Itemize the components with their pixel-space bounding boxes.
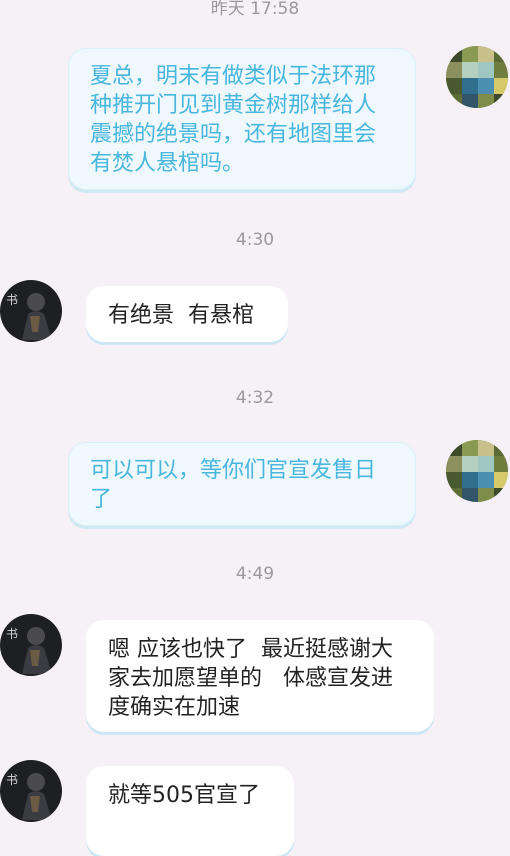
message-text: 嗯 应该也快了 最近挺感谢大家去加愿望单的 体感宣发进度确实在加速 <box>108 637 393 720</box>
message-bubble-incoming[interactable]: 就等505官宣了 <box>86 766 294 856</box>
svg-text:书: 书 <box>6 773 18 787</box>
warrior-avatar-icon[interactable]: 书 <box>0 760 62 822</box>
pixelated-avatar-icon[interactable] <box>446 440 508 502</box>
timestamp: 4:30 <box>235 230 275 250</box>
message-bubble-outgoing[interactable]: 可以可以，等你们官宣发售日了 <box>68 442 416 526</box>
message-bubble-incoming[interactable]: 嗯 应该也快了 最近挺感谢大家去加愿望单的 体感宣发进度确实在加速 <box>86 620 434 732</box>
timestamp: 昨天 17:58 <box>210 0 300 19</box>
message-text: 有绝景 有悬棺 <box>108 303 254 328</box>
pixelated-avatar-icon[interactable] <box>446 46 508 108</box>
message-bubble-incoming[interactable]: 有绝景 有悬棺 <box>86 286 288 342</box>
warrior-avatar-icon[interactable]: 书 <box>0 280 62 342</box>
svg-text:书: 书 <box>6 293 18 307</box>
message-text: 可以可以，等你们官宣发售日了 <box>90 458 377 512</box>
timestamp: 4:49 <box>235 564 275 584</box>
timestamp: 4:32 <box>235 388 275 408</box>
message-text: 就等505官宣了 <box>108 783 260 808</box>
svg-text:书: 书 <box>6 627 18 641</box>
message-text: 夏总，明末有做类似于法环那种推开门见到黄金树那样给人震撼的绝景吗，还有地图里会有… <box>90 64 377 176</box>
message-bubble-outgoing[interactable]: 夏总，明末有做类似于法环那种推开门见到黄金树那样给人震撼的绝景吗，还有地图里会有… <box>68 48 416 190</box>
warrior-avatar-icon[interactable]: 书 <box>0 614 62 676</box>
